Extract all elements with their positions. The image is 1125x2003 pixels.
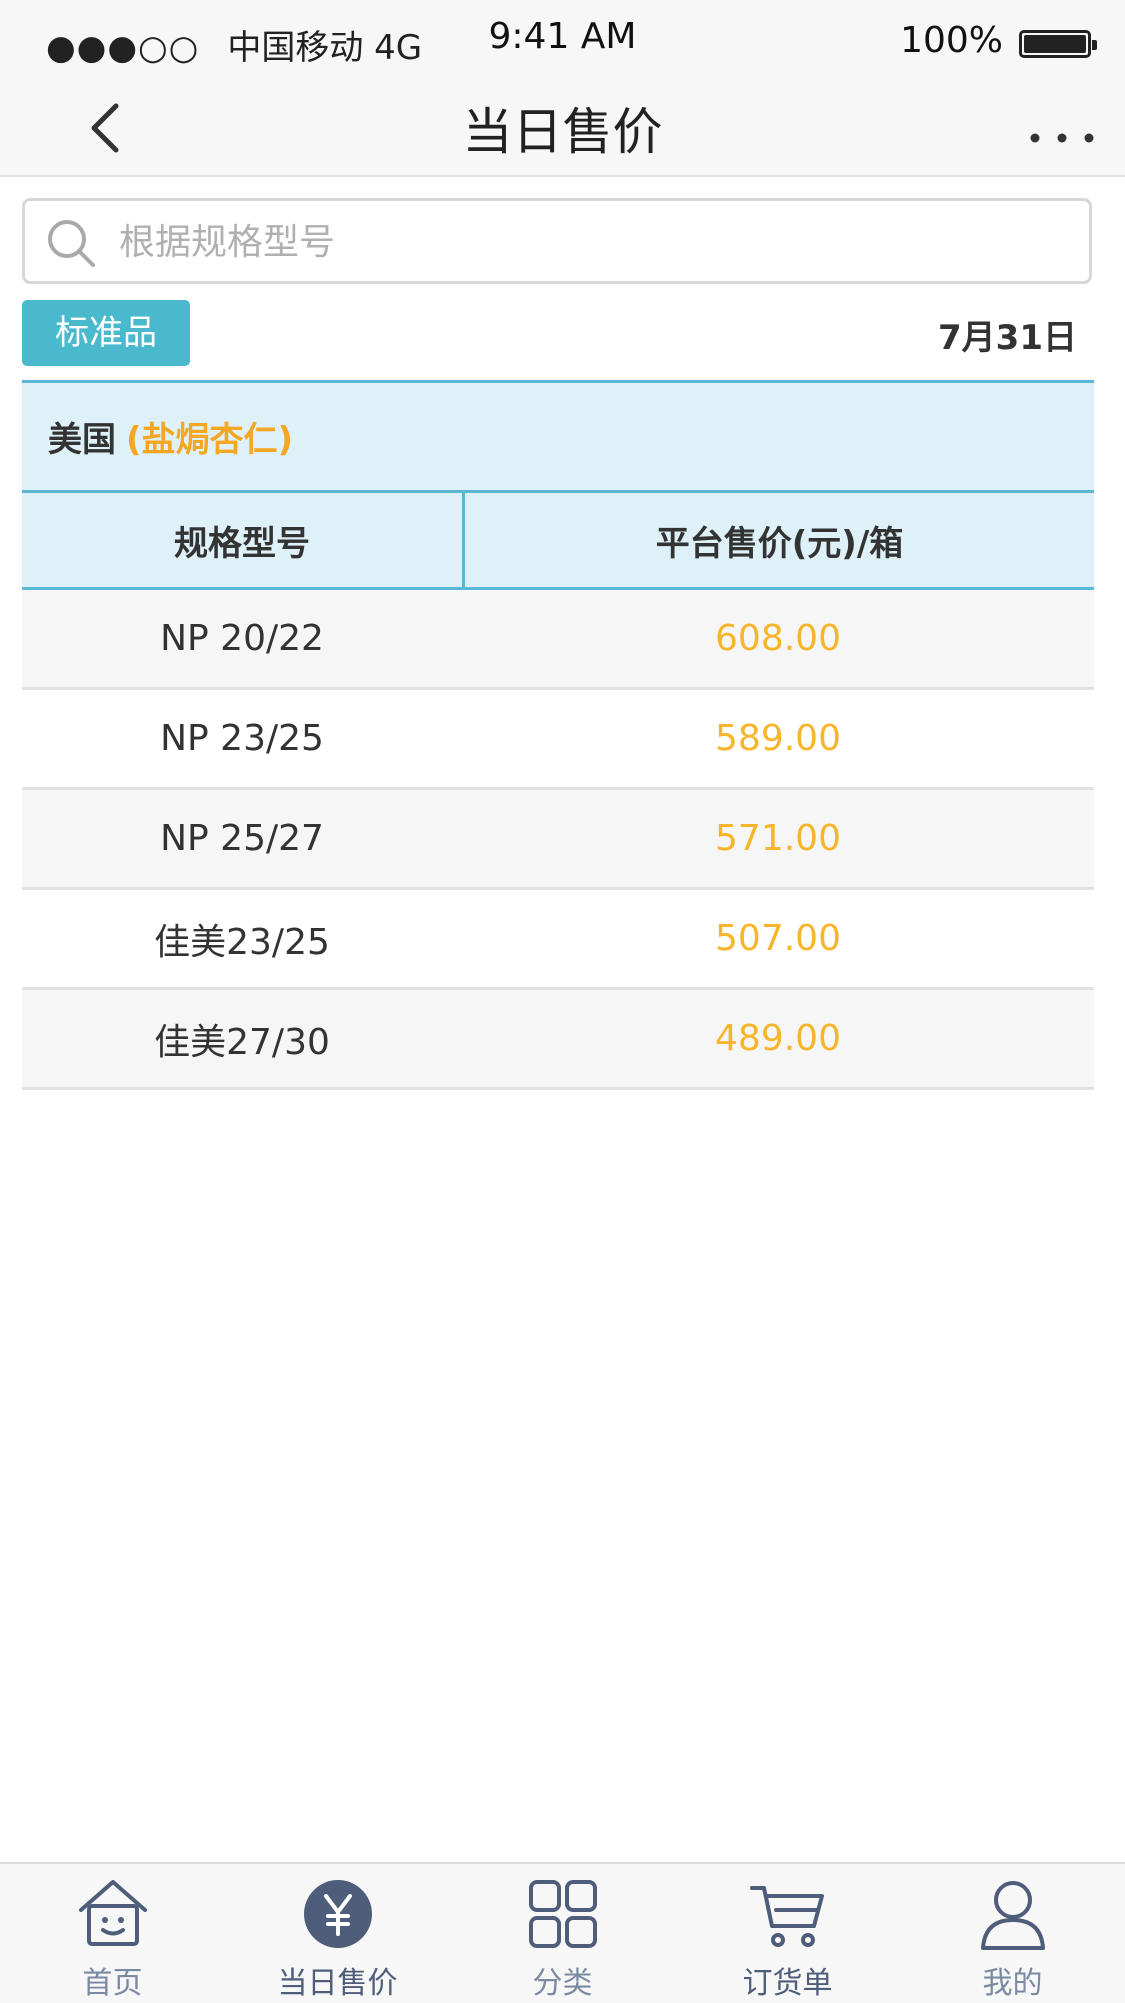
- column-header-price: 平台售价(元)/箱: [655, 523, 904, 564]
- spec-cell: NP 20/22: [160, 618, 324, 659]
- tab-label: 首页: [82, 1966, 143, 2001]
- price-date: 7月31日: [938, 318, 1077, 358]
- price-cell: 589.00: [715, 718, 841, 759]
- search-icon: [48, 220, 95, 267]
- price-table: 美国 (盐焗杏仁) 规格型号 平台售价(元)/箱 NP 20/22 608.00…: [22, 380, 1094, 1090]
- tab-label: 分类: [532, 1966, 593, 2001]
- status-bar: ●●●○○ 中国移动 4G 9:41 AM 100%: [0, 0, 1125, 80]
- table-row[interactable]: NP 25/27 571.00: [22, 790, 1094, 890]
- yen-coin-icon: [303, 1880, 372, 1948]
- spec-cell: 佳美23/25: [154, 921, 330, 963]
- table-row[interactable]: 佳美27/30 489.00: [22, 990, 1094, 1090]
- column-header-spec: 规格型号: [22, 493, 465, 587]
- tab-label: 订货单: [742, 1966, 833, 2001]
- table-row[interactable]: NP 23/25 589.00: [22, 690, 1094, 790]
- search-box[interactable]: [22, 198, 1092, 284]
- price-cell: 608.00: [715, 618, 841, 659]
- user-icon: [980, 1881, 1045, 1950]
- home-icon: [78, 1880, 147, 1946]
- battery-percent: 100%: [900, 20, 1003, 61]
- bottom-tab-bar: 首页 当日售价 分类 订货单 我的: [0, 1862, 1125, 2003]
- spec-cell: NP 25/27: [160, 818, 324, 859]
- tab-label: 我的: [982, 1966, 1043, 2001]
- more-options-icon[interactable]: [1029, 132, 1095, 144]
- origin-label: 美国: [48, 420, 116, 460]
- price-cell: 489.00: [715, 1018, 841, 1059]
- tab-label: 当日售价: [277, 1966, 398, 2001]
- price-cell: 571.00: [715, 818, 841, 859]
- table-header: 规格型号 平台售价(元)/箱: [22, 490, 1094, 590]
- table-row[interactable]: 佳美23/25 507.00: [22, 890, 1094, 990]
- price-cell: 507.00: [715, 918, 841, 959]
- product-name: (盐焗杏仁): [126, 420, 294, 460]
- table-row[interactable]: NP 20/22 608.00: [22, 590, 1094, 690]
- spec-cell: 佳美27/30: [154, 1021, 330, 1063]
- tab-home[interactable]: 首页: [0, 1864, 225, 2003]
- nav-bar: 当日售价: [0, 80, 1125, 177]
- tab-mine[interactable]: 我的: [900, 1864, 1125, 2003]
- tab-order[interactable]: 订货单: [675, 1864, 900, 2003]
- search-input[interactable]: [117, 211, 1061, 273]
- category-tag-standard[interactable]: 标准品: [22, 300, 190, 366]
- product-group-header: 美国 (盐焗杏仁): [22, 380, 1094, 490]
- tab-category[interactable]: 分类: [450, 1864, 675, 2003]
- tab-daily-price[interactable]: 当日售价: [225, 1864, 450, 2003]
- page-title: 当日售价: [462, 103, 663, 161]
- spec-cell: NP 23/25: [160, 718, 324, 759]
- battery-icon: [1019, 30, 1097, 58]
- grid-icon: [528, 1880, 597, 1948]
- cart-icon: [749, 1886, 824, 1947]
